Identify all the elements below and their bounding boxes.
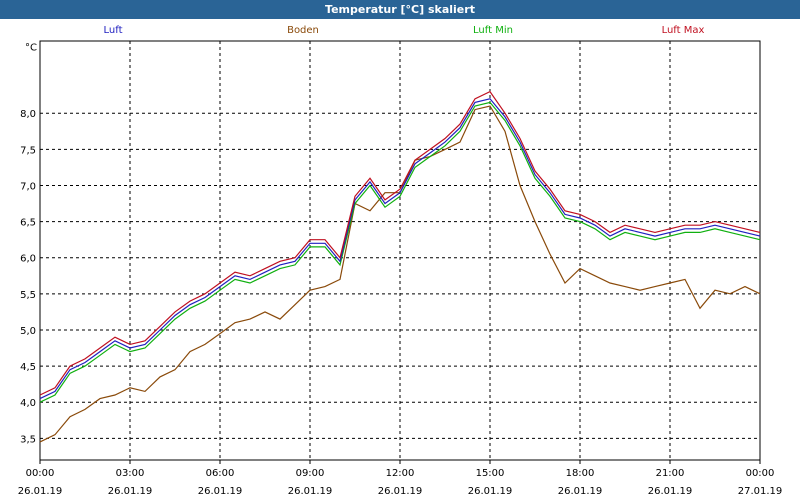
legend-item: Boden	[287, 25, 319, 36]
x-tick-time: 18:00	[566, 468, 595, 479]
x-tick-time: 06:00	[206, 468, 235, 479]
x-tick-time: 00:00	[26, 468, 55, 479]
x-tick-time: 15:00	[476, 468, 505, 479]
x-tick-date: 27.01.19	[738, 486, 783, 497]
x-tick-date: 26.01.19	[198, 486, 243, 497]
y-tick-label: 6,5	[20, 218, 36, 229]
x-tick-date: 26.01.19	[648, 486, 693, 497]
y-tick-label: 7,5	[20, 145, 36, 156]
x-tick-time: 03:00	[116, 468, 145, 479]
x-tick-date: 26.01.19	[288, 486, 333, 497]
y-tick-label: 6,0	[20, 254, 36, 265]
legend-item: Luft	[104, 25, 123, 36]
x-tick-date: 26.01.19	[378, 486, 423, 497]
x-tick-time: 00:00	[746, 468, 775, 479]
legend-item: Luft Max	[662, 25, 705, 36]
x-tick-date: 26.01.19	[558, 486, 603, 497]
y-tick-label: 3,5	[20, 434, 36, 445]
y-tick-label: 4,5	[20, 362, 36, 373]
x-tick-time: 12:00	[386, 468, 415, 479]
x-tick-time: 21:00	[656, 468, 685, 479]
x-tick-date: 26.01.19	[18, 486, 63, 497]
x-tick-date: 26.01.19	[108, 486, 153, 497]
y-unit-label: °C	[25, 42, 37, 53]
y-tick-label: 5,5	[20, 290, 36, 301]
y-tick-label: 5,0	[20, 326, 36, 337]
temperature-chart: Luft Boden Luft Min Luft Max °C 3,5 4,0 4,5 5,0…	[18, 25, 783, 497]
y-tick-label: 4,0	[20, 398, 36, 409]
chart-window: Temperatur [°C] skaliert Luft Boden Luft M…	[0, 0, 800, 500]
x-tick-date: 26.01.19	[468, 486, 513, 497]
chart-area: Luft Boden Luft Min Luft Max °C 3,5 4,0 4,5 5,0…	[0, 19, 800, 500]
y-tick-label: 8,0	[20, 109, 36, 120]
grid	[40, 41, 760, 460]
legend: Luft Boden Luft Min Luft Max	[104, 25, 705, 36]
window-title: Temperatur [°C] skaliert	[0, 0, 800, 19]
y-tick-label: 7,0	[20, 181, 36, 192]
legend-item: Luft Min	[473, 25, 513, 36]
x-tick-time: 09:00	[296, 468, 325, 479]
